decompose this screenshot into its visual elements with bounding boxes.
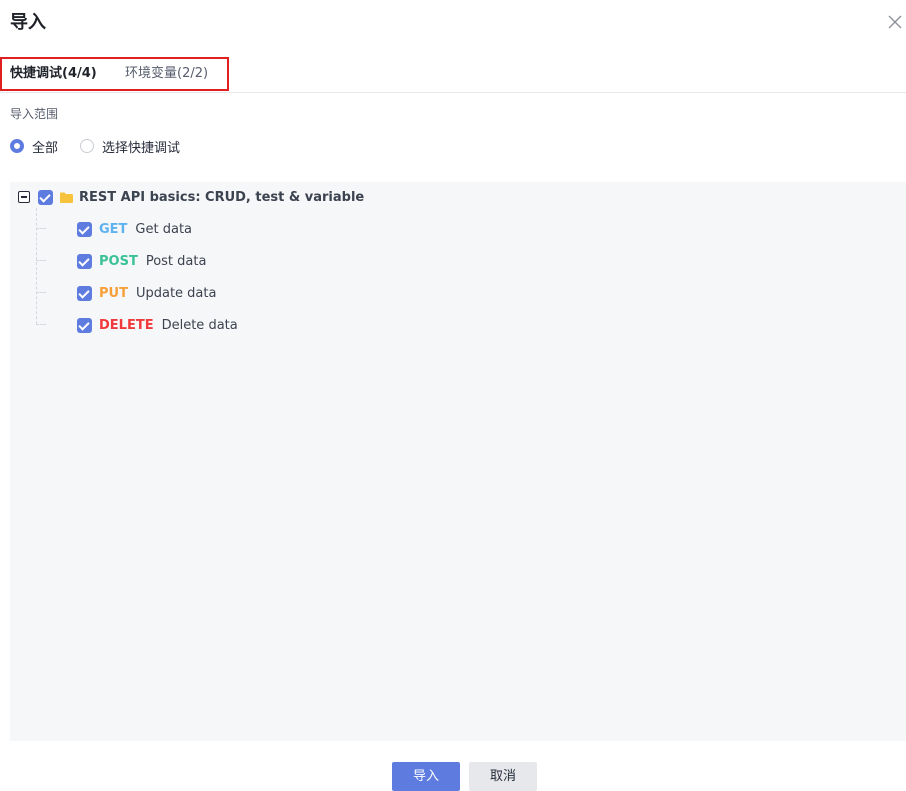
item-name: Delete data: [161, 317, 238, 333]
tab-env-variables[interactable]: 环境变量(2/2): [125, 65, 208, 83]
radio-option-select[interactable]: 选择快捷调试: [80, 137, 202, 156]
item-checkbox[interactable]: [77, 285, 92, 301]
item-checkbox[interactable]: [77, 253, 92, 269]
tree-item-put[interactable]: PUT Update data: [77, 282, 216, 304]
tab-bar: 快捷调试(4/4) 环境变量(2/2): [0, 56, 906, 93]
root-checkbox[interactable]: [38, 189, 53, 205]
method-badge-put: PUT: [99, 285, 128, 301]
tree-root-name: REST API basics: CRUD, test & variable: [79, 189, 365, 205]
import-scope-label: 导入范围: [10, 107, 59, 121]
radio-checked-icon: [10, 139, 24, 153]
folder-icon: [60, 192, 73, 203]
tree-item-post[interactable]: POST Post data: [77, 250, 206, 272]
item-name: Post data: [145, 253, 207, 269]
radio-option-all[interactable]: 全部: [10, 137, 80, 156]
tree-root-row[interactable]: REST API basics: CRUD, test & variable: [18, 186, 364, 208]
tree-item-get[interactable]: GET Get data: [77, 218, 192, 240]
dialog-title: 导入: [10, 12, 46, 33]
tree-guide-branch: [36, 260, 46, 261]
tree-guide-line: [36, 208, 37, 324]
import-scope-radio-group: 全部 选择快捷调试: [10, 136, 202, 156]
tree-guide-branch: [36, 292, 46, 293]
tree-guide-branch: [36, 324, 46, 325]
debug-tree: REST API basics: CRUD, test & variable G…: [10, 182, 906, 741]
method-badge-delete: DELETE: [99, 317, 154, 333]
radio-label-all: 全部: [32, 140, 59, 156]
method-badge-post: POST: [99, 253, 138, 269]
item-name: Update data: [135, 285, 217, 301]
tab-quick-debug[interactable]: 快捷调试(4/4): [10, 65, 97, 83]
import-dialog: 导入 快捷调试(4/4) 环境变量(2/2) 导入范围 全部 选择快捷调试 RE…: [0, 0, 906, 791]
close-icon[interactable]: [887, 14, 903, 30]
item-checkbox[interactable]: [77, 221, 92, 237]
cancel-button[interactable]: 取消: [469, 762, 537, 791]
radio-label-select: 选择快捷调试: [102, 140, 181, 156]
method-badge-get: GET: [99, 221, 128, 237]
tree-guide-branch: [36, 228, 46, 229]
radio-unchecked-icon: [80, 139, 95, 153]
item-checkbox[interactable]: [77, 317, 92, 333]
tree-item-delete[interactable]: DELETE Delete data: [77, 314, 238, 336]
import-button[interactable]: 导入: [392, 762, 460, 791]
dialog-footer: 导入 取消: [0, 762, 906, 791]
item-name: Get data: [135, 221, 193, 237]
collapse-icon[interactable]: [18, 191, 30, 203]
